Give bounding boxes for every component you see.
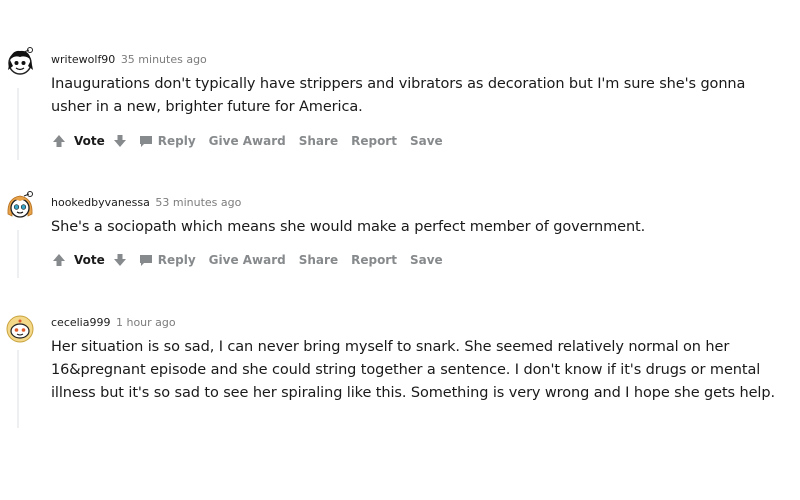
report-button[interactable]: Report [351,134,397,148]
reply-button[interactable]: Reply [139,253,196,267]
upvote-icon[interactable] [52,253,66,267]
timestamp[interactable]: 53 minutes ago [155,196,241,209]
vote-count: Vote [74,253,105,267]
timestamp[interactable]: 35 minutes ago [121,53,207,66]
thread-line[interactable] [17,88,19,160]
username-link[interactable]: cecelia999 [51,316,110,329]
comment-actions: Vote Reply Give Award Share Report Save [52,131,443,151]
share-button[interactable]: Share [299,134,338,148]
comment-meta: writewolf90 35 minutes ago [51,53,207,67]
downvote-icon[interactable] [113,134,127,148]
comment-meta: hookedbyvanessa 53 minutes ago [51,196,241,210]
username-link[interactable]: writewolf90 [51,53,115,66]
save-button[interactable]: Save [410,253,443,267]
vote-count: Vote [74,134,105,148]
comment-body: Her situation is so sad, I can never bri… [51,339,775,401]
comment-bubble-icon [139,135,152,147]
comment-body: She's a sociopath which means she would … [51,219,646,235]
timestamp[interactable]: 1 hour ago [116,316,176,329]
share-button[interactable]: Share [299,253,338,267]
comment-bubble-icon [139,254,152,266]
reply-label: Reply [157,253,196,267]
reply-label: Reply [157,134,196,148]
comment-actions: Vote Reply Give Award Share Report Save [52,250,443,270]
save-button[interactable]: Save [410,134,443,148]
user-avatar-icon[interactable] [4,46,36,78]
thread-line[interactable] [17,350,19,428]
upvote-icon[interactable] [52,134,66,148]
user-avatar-icon[interactable] [4,190,36,222]
give-award-button[interactable]: Give Award [209,253,286,267]
user-avatar-icon[interactable] [4,313,36,345]
comment-body: Inaugurations don't typically have strip… [51,76,746,115]
thread-line[interactable] [17,230,19,278]
give-award-button[interactable]: Give Award [209,134,286,148]
report-button[interactable]: Report [351,253,397,267]
username-link[interactable]: hookedbyvanessa [51,196,150,209]
comment-meta: cecelia999 1 hour ago [51,316,176,330]
reply-button[interactable]: Reply [139,134,196,148]
downvote-icon[interactable] [113,253,127,267]
